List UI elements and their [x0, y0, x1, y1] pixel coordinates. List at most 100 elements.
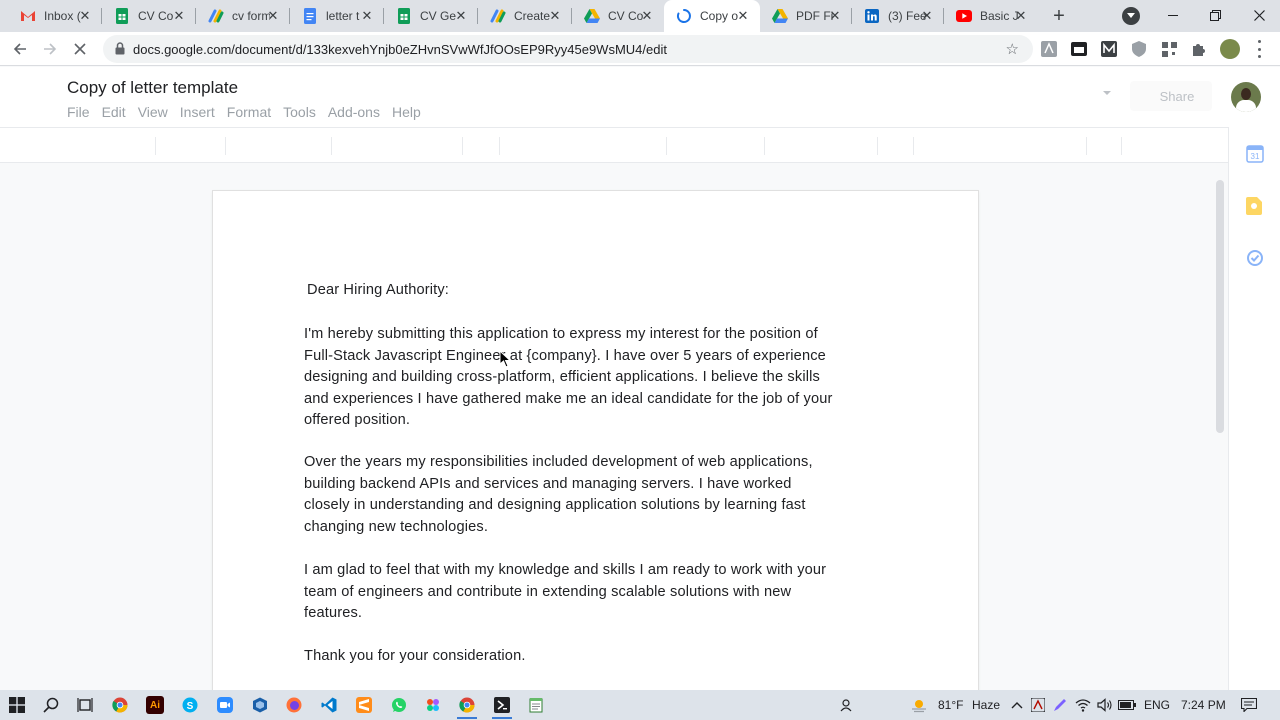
- tab-gmail[interactable]: Inbox ( ✕: [8, 0, 102, 32]
- close-tab-icon[interactable]: ✕: [77, 8, 93, 24]
- tab-title: Copy o: [700, 9, 738, 23]
- docs-icon: [302, 8, 318, 24]
- apps-script-icon: [208, 8, 224, 24]
- menu-insert[interactable]: Insert: [180, 104, 215, 120]
- weather-condition[interactable]: Haze: [972, 698, 1000, 712]
- close-tab-icon[interactable]: ✕: [1013, 8, 1029, 24]
- calendar-icon[interactable]: 31: [1246, 145, 1264, 163]
- close-tab-icon[interactable]: ✕: [453, 8, 469, 24]
- close-tab-icon[interactable]: ✕: [639, 8, 655, 24]
- tab-manager-extension-icon[interactable]: [1070, 40, 1088, 58]
- tab-letter-docs[interactable]: letter t ✕: [290, 0, 384, 32]
- menu-add-ons[interactable]: Add-ons: [328, 104, 380, 120]
- back-button[interactable]: [10, 39, 30, 59]
- vertical-scrollbar[interactable]: [1216, 180, 1224, 433]
- menu-edit[interactable]: Edit: [102, 104, 126, 120]
- browser-tab-strip: Inbox ( ✕ CV Co ✕ cv form ✕ letter t ✕ C…: [0, 0, 1280, 32]
- close-window-button[interactable]: [1236, 0, 1280, 30]
- profile-avatar[interactable]: [1220, 39, 1240, 59]
- new-tab-button[interactable]: +: [1049, 6, 1069, 26]
- search-icon[interactable]: [42, 696, 60, 714]
- paragraph-2[interactable]: Over the years my responsibilities inclu…: [304, 452, 813, 538]
- share-dropdown-icon[interactable]: [1103, 91, 1111, 95]
- mouse-pointer-icon: [499, 349, 512, 373]
- svg-text:31: 31: [1251, 152, 1260, 161]
- tab-cv-co-drive[interactable]: CV Co ✕: [572, 0, 664, 32]
- share-button[interactable]: Share: [1130, 81, 1212, 111]
- acrobat-extension-icon[interactable]: [1040, 40, 1058, 58]
- notification-center-icon[interactable]: [1240, 696, 1258, 714]
- input-language[interactable]: ENG: [1144, 698, 1170, 712]
- skype-icon[interactable]: S: [181, 696, 199, 714]
- document-title[interactable]: Copy of letter template: [67, 78, 238, 98]
- close-tab-icon[interactable]: ✕: [171, 8, 187, 24]
- drive-icon: [772, 8, 788, 24]
- close-tab-icon[interactable]: ✕: [735, 8, 751, 24]
- close-tab-icon[interactable]: ✕: [919, 8, 935, 24]
- close-tab-icon[interactable]: ✕: [827, 8, 843, 24]
- battery-icon[interactable]: [1118, 696, 1136, 714]
- menu-help[interactable]: Help: [392, 104, 421, 120]
- forward-button[interactable]: [40, 39, 60, 59]
- menu-tools[interactable]: Tools: [283, 104, 316, 120]
- tab-pdf-files-drive[interactable]: PDF Fil ✕: [760, 0, 852, 32]
- menu-file[interactable]: File: [67, 104, 90, 120]
- tab-linkedin-feed[interactable]: (3) Fee ✕: [852, 0, 944, 32]
- network-wifi-icon[interactable]: [1074, 696, 1092, 714]
- close-tab-icon[interactable]: ✕: [265, 8, 281, 24]
- tab-search-icon[interactable]: [1122, 7, 1140, 25]
- close-tab-icon[interactable]: ✕: [547, 8, 563, 24]
- chrome-taskbar-active-icon[interactable]: [458, 696, 476, 714]
- tab-create-script[interactable]: Create ✕: [478, 0, 572, 32]
- gmail-icon: [20, 8, 36, 24]
- stop-loading-button[interactable]: [70, 39, 90, 59]
- zoom-app-icon[interactable]: [216, 696, 234, 714]
- extensions-puzzle-icon[interactable]: [1190, 40, 1208, 58]
- qr-code-extension-icon[interactable]: [1160, 40, 1178, 58]
- sublime-text-icon[interactable]: [355, 696, 373, 714]
- shield-extension-icon[interactable]: [1130, 40, 1148, 58]
- tab-cv-co-sheets[interactable]: CV Co ✕: [102, 0, 196, 32]
- notepad-icon[interactable]: [527, 696, 545, 714]
- medium-extension-icon[interactable]: [1100, 40, 1118, 58]
- closing-text[interactable]: Thank you for your consideration.: [304, 646, 526, 668]
- windows-start-icon[interactable]: [8, 696, 26, 714]
- minimize-window-button[interactable]: [1150, 0, 1196, 30]
- tab-youtube-basic[interactable]: Basic J ✕: [944, 0, 1038, 32]
- whatsapp-icon[interactable]: [390, 696, 408, 714]
- paragraph-1[interactable]: I'm hereby submitting this application t…: [304, 324, 833, 432]
- acrobat-tray-icon[interactable]: [1029, 696, 1047, 714]
- weather-temperature[interactable]: 81°F: [938, 698, 963, 712]
- powershell-icon[interactable]: [493, 696, 511, 714]
- people-search-icon[interactable]: [838, 696, 856, 714]
- paragraph-3[interactable]: I am glad to feel that with my knowledge…: [304, 560, 826, 625]
- tasks-icon[interactable]: [1246, 249, 1264, 267]
- salutation-text[interactable]: Dear Hiring Authority:: [307, 280, 449, 302]
- restore-window-button[interactable]: [1192, 0, 1238, 30]
- tab-cv-form-script[interactable]: cv form ✕: [196, 0, 290, 32]
- bookmark-star-icon[interactable]: ☆: [1006, 40, 1019, 58]
- menu-format[interactable]: Format: [227, 104, 271, 120]
- volume-speaker-icon[interactable]: [1096, 696, 1114, 714]
- tab-cv-ge-sheets[interactable]: CV Ge ✕: [384, 0, 478, 32]
- chrome-app-icon[interactable]: [111, 696, 129, 714]
- user-avatar[interactable]: [1231, 82, 1261, 112]
- lock-icon[interactable]: [115, 42, 125, 60]
- sheets-icon: [396, 8, 412, 24]
- pen-tray-icon[interactable]: [1051, 696, 1069, 714]
- system-clock[interactable]: 7:24 PM: [1181, 698, 1226, 712]
- close-tab-icon[interactable]: ✕: [359, 8, 375, 24]
- adobe-illustrator-icon[interactable]: Ai: [146, 696, 164, 714]
- figma-like-app-icon[interactable]: [424, 696, 442, 714]
- menu-view[interactable]: View: [138, 104, 168, 120]
- firefox-icon[interactable]: [285, 696, 303, 714]
- virtualbox-icon[interactable]: [251, 696, 269, 714]
- task-view-icon[interactable]: [76, 696, 94, 714]
- docs-menu-bar: File Edit View Insert Format Tools Add-o…: [67, 104, 433, 120]
- address-bar[interactable]: docs.google.com/document/d/133kexvehYnjb…: [103, 35, 1033, 63]
- browser-menu-icon[interactable]: [1256, 40, 1262, 58]
- show-hidden-icons-chevron-icon[interactable]: [1008, 696, 1026, 714]
- tab-copy-of-letter-active[interactable]: Copy o ✕: [664, 0, 760, 32]
- keep-notes-icon[interactable]: [1246, 197, 1264, 215]
- vscode-icon[interactable]: [320, 696, 338, 714]
